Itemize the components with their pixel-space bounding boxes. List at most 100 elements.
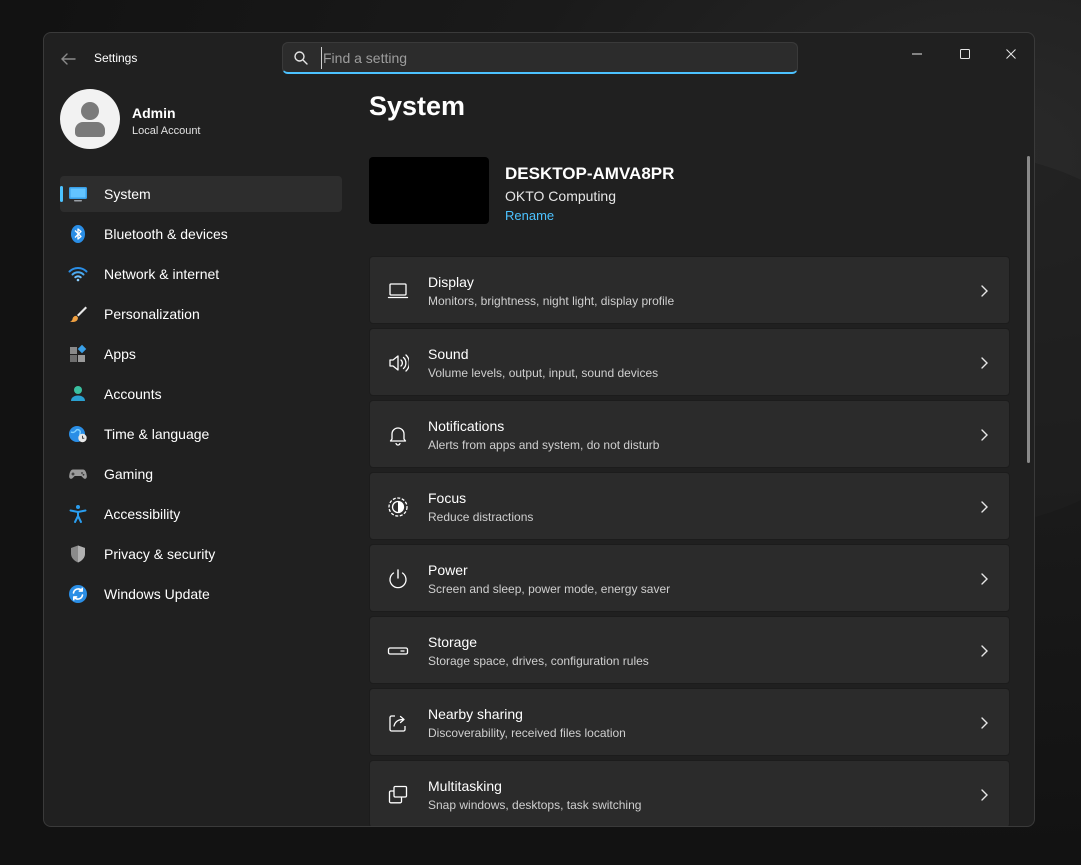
maximize-button[interactable] <box>942 39 988 69</box>
multitasking-icon <box>388 785 408 804</box>
minimize-icon <box>912 53 922 55</box>
accessibility-icon <box>69 505 87 523</box>
settings-cards: Display Monitors, brightness, night ligh… <box>369 256 1010 826</box>
chevron-right-icon <box>981 285 988 297</box>
sidebar-item-accessibility[interactable]: Accessibility <box>60 496 342 532</box>
device-name: DESKTOP-AMVA8PR <box>505 164 675 183</box>
speaker-icon <box>389 354 409 372</box>
monitor-icon <box>69 187 87 202</box>
chevron-right-icon <box>981 357 988 369</box>
card-subtitle: Reduce distractions <box>428 510 534 524</box>
card-subtitle: Alerts from apps and system, do not dist… <box>428 438 660 452</box>
sidebar-item-label: Network & internet <box>104 266 220 282</box>
chevron-right-icon <box>981 501 988 513</box>
device-thumbnail <box>369 157 489 224</box>
wifi-icon <box>68 267 88 282</box>
card-title: Focus <box>428 490 467 506</box>
card-subtitle: Monitors, brightness, night light, displ… <box>428 294 675 308</box>
card-subtitle: Storage space, drives, configuration rul… <box>428 654 649 668</box>
title-bar: Settings <box>44 33 1034 83</box>
sidebar-item-windows-update[interactable]: Windows Update <box>60 576 342 612</box>
sidebar-item-label: Gaming <box>104 466 154 482</box>
sidebar-item-label: System <box>104 186 151 202</box>
maximize-icon <box>960 49 970 59</box>
card-display[interactable]: Display Monitors, brightness, night ligh… <box>369 256 1010 324</box>
apps-icon <box>70 344 87 362</box>
settings-window: Settings Admin Local Account <box>43 32 1035 827</box>
search-icon <box>294 51 308 65</box>
power-icon <box>389 569 407 589</box>
back-arrow-icon[interactable] <box>56 47 80 71</box>
gamepad-icon <box>69 469 87 479</box>
page-title: System <box>369 91 466 121</box>
rename-link[interactable]: Rename <box>505 208 554 223</box>
shield-icon <box>71 545 85 563</box>
chevron-right-icon <box>981 429 988 441</box>
update-icon <box>69 585 87 603</box>
chevron-right-icon <box>981 573 988 585</box>
sidebar-item-label: Windows Update <box>104 586 210 602</box>
display-icon <box>387 283 409 299</box>
avatar-head-shape <box>81 102 99 120</box>
brush-icon <box>70 306 87 322</box>
card-title: Display <box>428 274 474 290</box>
card-sound[interactable]: Sound Volume levels, output, input, soun… <box>369 328 1010 396</box>
sidebar-item-label: Time & language <box>104 426 210 442</box>
sidebar-item-gaming[interactable]: Gaming <box>60 456 342 492</box>
bell-icon <box>389 427 407 446</box>
sidebar-item-label: Bluetooth & devices <box>104 226 228 242</box>
search-input[interactable] <box>321 47 781 69</box>
card-subtitle: Snap windows, desktops, task switching <box>428 798 642 812</box>
card-subtitle: Screen and sleep, power mode, energy sav… <box>428 582 671 596</box>
sidebar-item-system[interactable]: System <box>60 176 342 212</box>
card-subtitle: Discoverability, received files location <box>428 726 626 740</box>
account-type: Local Account <box>132 125 201 137</box>
sidebar-item-label: Personalization <box>104 306 200 322</box>
card-title: Nearby sharing <box>428 706 523 722</box>
card-notifications[interactable]: Notifications Alerts from apps and syste… <box>369 400 1010 468</box>
sidebar-item-network[interactable]: Network & internet <box>60 256 342 292</box>
bluetooth-icon <box>71 225 85 243</box>
close-button[interactable] <box>988 39 1034 69</box>
sidebar-item-time-language[interactable]: Time & language <box>60 416 342 452</box>
storage-icon <box>387 647 409 655</box>
card-subtitle: Volume levels, output, input, sound devi… <box>428 366 659 380</box>
chevron-right-icon <box>981 789 988 801</box>
card-title: Multitasking <box>428 778 502 794</box>
avatar-body-shape <box>75 122 105 137</box>
device-manufacturer: OKTO Computing <box>505 188 617 204</box>
card-nearby-sharing[interactable]: Nearby sharing Discoverability, received… <box>369 688 1010 756</box>
sidebar-item-accounts[interactable]: Accounts <box>60 376 342 412</box>
scrollbar[interactable] <box>1027 156 1030 463</box>
sidebar-item-label: Accessibility <box>104 506 181 522</box>
close-icon <box>1006 49 1016 59</box>
sidebar-item-apps[interactable]: Apps <box>60 336 342 372</box>
search-box[interactable] <box>282 42 798 74</box>
card-storage[interactable]: Storage Storage space, drives, configura… <box>369 616 1010 684</box>
share-icon <box>389 715 406 732</box>
sidebar-item-label: Accounts <box>104 386 162 402</box>
card-focus[interactable]: Focus Reduce distractions <box>369 472 1010 540</box>
sidebar-item-privacy-security[interactable]: Privacy & security <box>60 536 342 572</box>
avatar <box>60 89 120 149</box>
focus-icon <box>388 497 408 517</box>
user-profile[interactable]: Admin Local Account <box>60 89 350 153</box>
sidebar-nav: System Bluetooth & devices Network & int… <box>60 176 342 616</box>
person-icon <box>71 386 85 401</box>
sidebar-item-bluetooth[interactable]: Bluetooth & devices <box>60 216 342 252</box>
user-name: Admin <box>132 105 176 121</box>
card-title: Power <box>428 562 468 578</box>
app-title: Settings <box>94 51 138 65</box>
sidebar-item-personalization[interactable]: Personalization <box>60 296 342 332</box>
sidebar-item-label: Apps <box>104 346 136 362</box>
chevron-right-icon <box>981 645 988 657</box>
globe-clock-icon <box>69 426 87 443</box>
card-title: Storage <box>428 634 478 650</box>
card-power[interactable]: Power Screen and sleep, power mode, ener… <box>369 544 1010 612</box>
card-title: Sound <box>428 346 469 362</box>
card-multitasking[interactable]: Multitasking Snap windows, desktops, tas… <box>369 760 1010 826</box>
minimize-button[interactable] <box>894 39 940 69</box>
chevron-right-icon <box>981 717 988 729</box>
sidebar-item-label: Privacy & security <box>104 546 216 562</box>
card-title: Notifications <box>428 418 505 434</box>
